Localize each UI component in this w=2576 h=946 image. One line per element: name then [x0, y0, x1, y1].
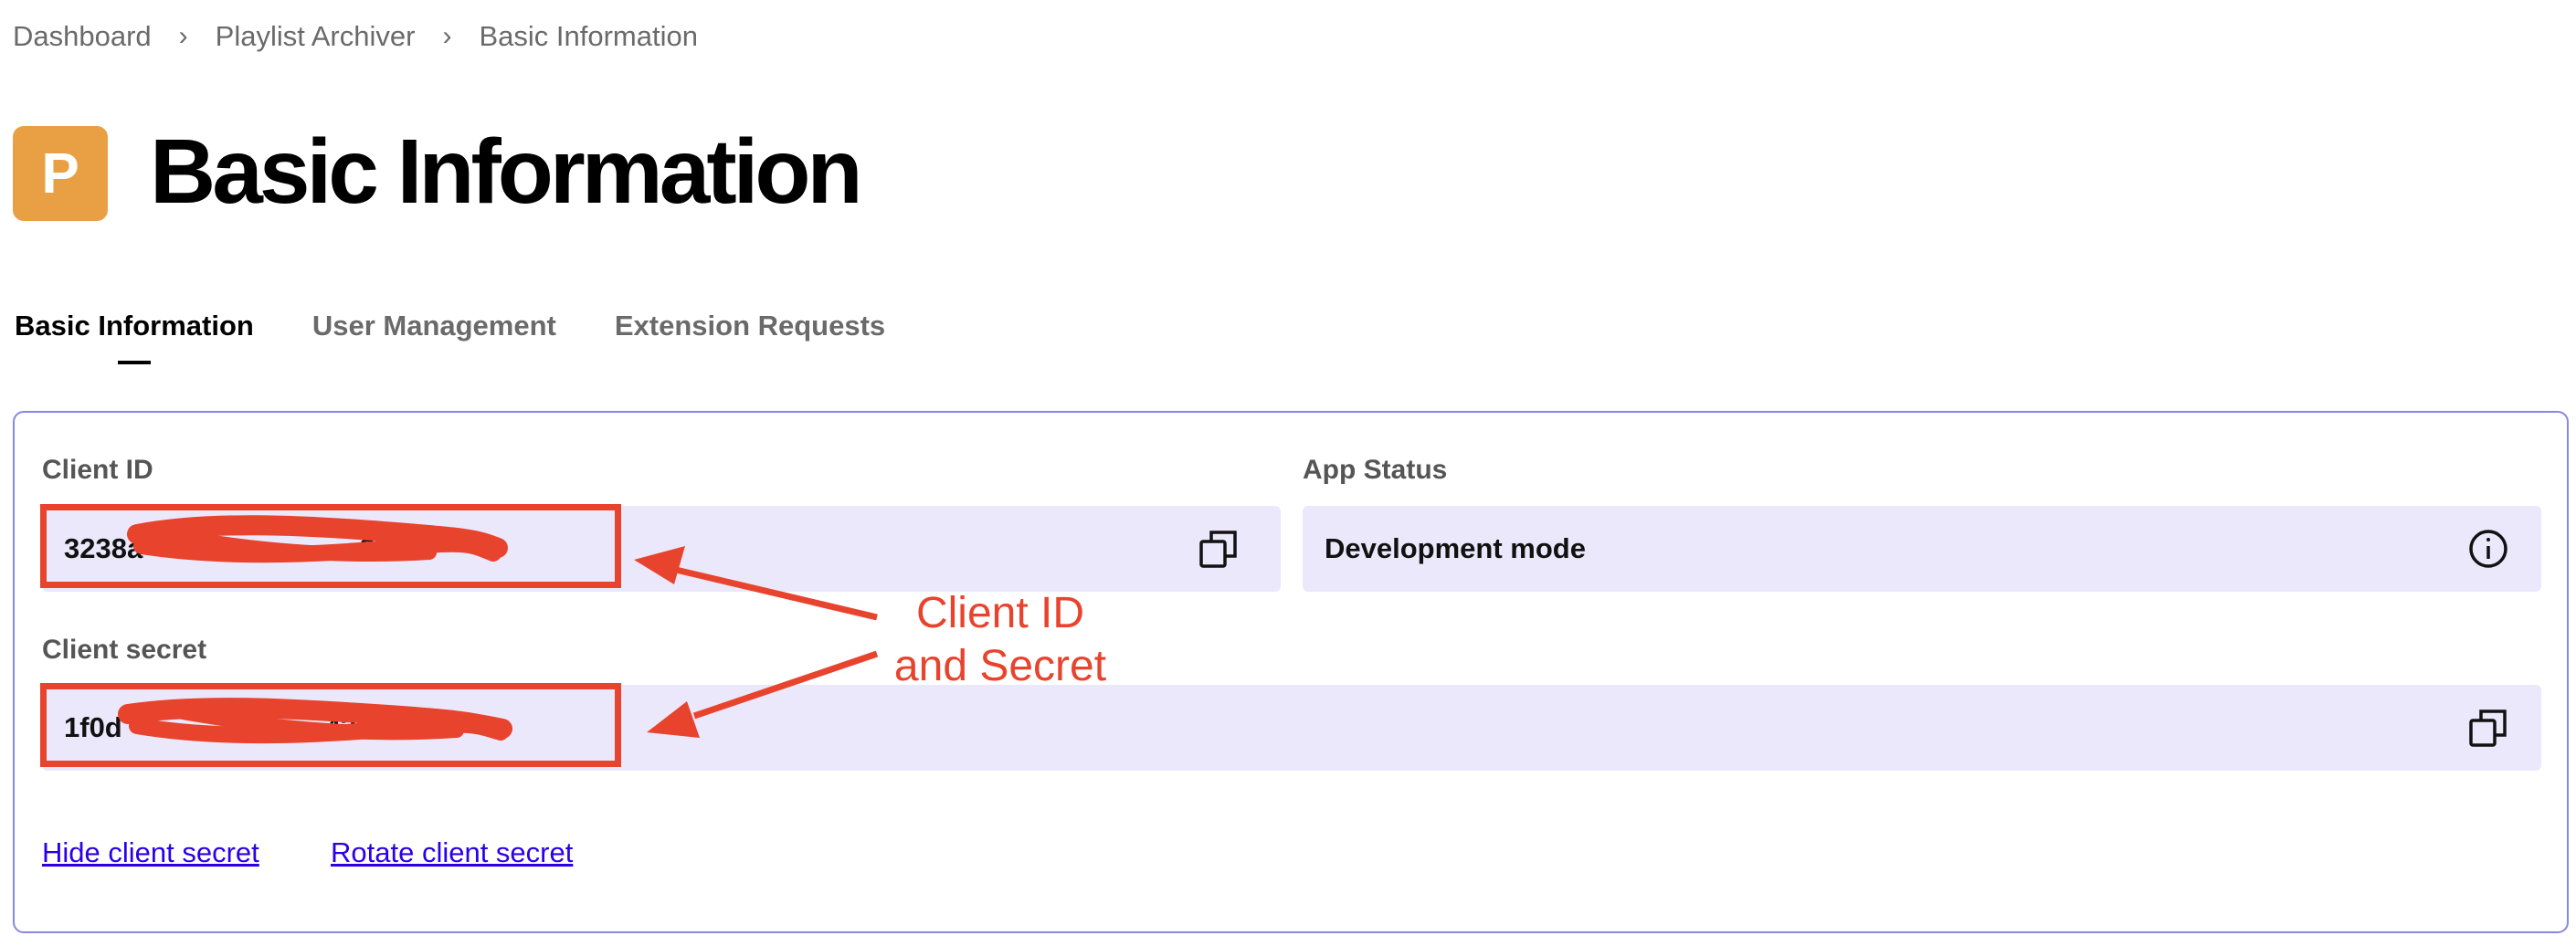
tab-bar: Basic Information User Management Extens…: [15, 306, 944, 346]
hide-client-secret-link[interactable]: Hide client secret: [42, 836, 259, 869]
tab-basic-information[interactable]: Basic Information: [15, 306, 254, 346]
app-status-value: Development mode: [1325, 532, 1586, 564]
app-avatar: P: [13, 126, 108, 221]
credentials-panel: Client ID 3238a a2f91 App Status Developm…: [13, 411, 2569, 933]
copy-icon: [1199, 531, 1237, 568]
annotation-line-1: Client ID: [915, 589, 1085, 637]
breadcrumb-playlist-archiver[interactable]: Playlist Archiver: [216, 20, 416, 53]
tab-user-management[interactable]: User Management: [312, 306, 556, 346]
breadcrumb-current: Basic Information: [479, 20, 698, 52]
annotation-label: Client ID and Secret: [877, 587, 1124, 693]
info-icon: [2469, 530, 2507, 568]
app-avatar-letter: P: [41, 142, 79, 205]
copy-client-id-button[interactable]: [1193, 523, 1244, 574]
app-status-info-button[interactable]: [2463, 523, 2514, 574]
copy-client-secret-button[interactable]: [2463, 702, 2514, 753]
copy-icon: [2469, 710, 2507, 747]
breadcrumb-separator-icon: ›: [442, 21, 452, 51]
client-id-label: Client ID: [42, 455, 153, 485]
app-status-field: Development mode: [1303, 506, 2541, 592]
rotate-client-secret-link[interactable]: Rotate client secret: [331, 836, 573, 869]
breadcrumb-separator-icon: ›: [178, 21, 188, 51]
breadcrumb-dashboard[interactable]: Dashboard: [13, 20, 152, 53]
annotation-line-2: and Secret: [893, 642, 1107, 690]
client-secret-highlight-box: [40, 683, 621, 767]
client-secret-label: Client secret: [42, 635, 207, 665]
page-title: Basic Information: [150, 121, 863, 223]
app-status-label: App Status: [1303, 455, 1448, 485]
breadcrumb: Dashboard › Playlist Archiver › Basic In…: [13, 16, 698, 57]
tab-extension-requests[interactable]: Extension Requests: [615, 306, 885, 346]
client-id-highlight-box: [40, 504, 621, 588]
